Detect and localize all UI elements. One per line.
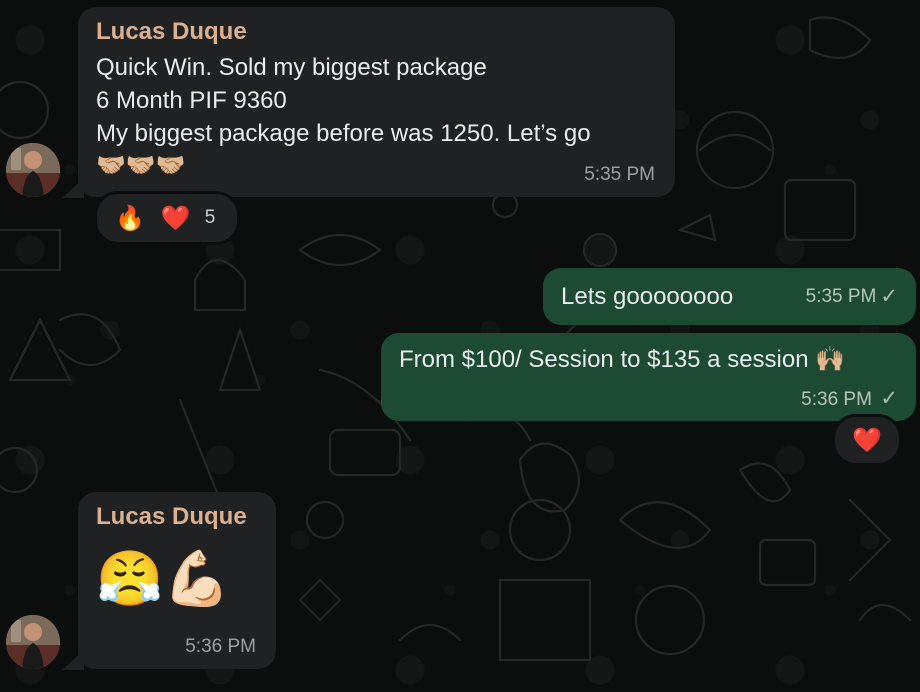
message-meta: 5:36 PM ✓ xyxy=(801,386,898,411)
chat-background: Lucas Duque Quick Win. Sold my biggest p… xyxy=(0,0,920,692)
message-bubble[interactable]: Lets goooooooo 5:35 PM ✓ xyxy=(543,268,916,325)
reactions-pill[interactable]: ❤️ xyxy=(832,414,902,466)
message-bubble[interactable]: From $100/ Session to $135 a session 🙌🏼 … xyxy=(381,333,916,421)
message-timestamp: 5:36 PM xyxy=(801,389,872,410)
message-line: 6 Month PIF 9360 xyxy=(96,87,287,114)
message-bubble[interactable]: Lucas Duque Quick Win. Sold my biggest p… xyxy=(78,7,675,197)
message-timestamp: 5:36 PM xyxy=(185,636,256,657)
message-text: From $100/ Session to $135 a session 🙌🏼 xyxy=(399,346,846,373)
reactions-pill[interactable]: 🔥 ❤️ 5 xyxy=(94,191,240,245)
sender-avatar[interactable] xyxy=(6,143,60,197)
message-timestamp: 5:35 PM xyxy=(805,285,877,307)
heart-reaction-icon: ❤️ xyxy=(160,204,191,232)
message-line: My biggest package before was 1250. Let’… xyxy=(96,120,591,147)
message-line: Quick Win. Sold my biggest package xyxy=(96,54,487,81)
handshake-emoji: 🤝🏼🤝🏼🤝🏼 xyxy=(96,151,186,179)
message-bubble[interactable]: Lucas Duque 😤💪🏻 5:36 PM xyxy=(78,492,276,669)
fire-reaction-icon: 🔥 xyxy=(115,204,145,232)
heart-reaction-icon: ❤️ xyxy=(852,426,882,454)
sender-name[interactable]: Lucas Duque xyxy=(96,17,657,47)
message-timestamp: 5:35 PM xyxy=(584,164,655,185)
sent-check-icon: ✓ xyxy=(880,285,898,308)
reaction-count: 5 xyxy=(204,207,216,228)
sender-avatar[interactable] xyxy=(6,615,60,669)
sender-name[interactable]: Lucas Duque xyxy=(96,502,258,532)
message-text: Lets goooooooo xyxy=(561,283,734,310)
sent-check-icon: ✓ xyxy=(880,387,898,410)
emoji-message: 😤💪🏻 xyxy=(96,547,231,610)
